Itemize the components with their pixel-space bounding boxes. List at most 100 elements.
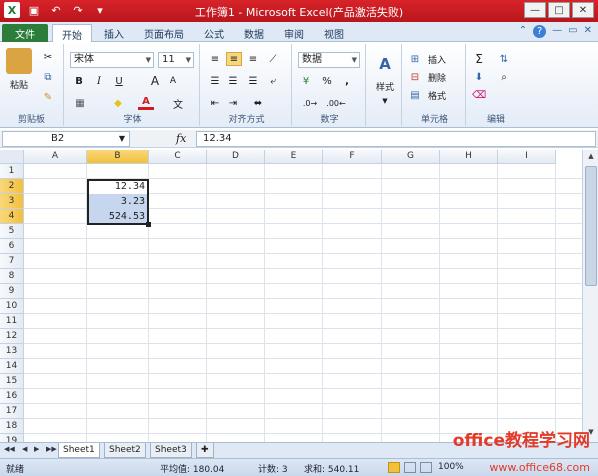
styles-icon[interactable]: A (373, 52, 397, 76)
row-header-16[interactable]: 16 (0, 389, 24, 404)
format-painter-icon[interactable]: ✎ (40, 90, 56, 104)
zoom-level[interactable]: 100% (438, 462, 464, 472)
row-header-18[interactable]: 18 (0, 419, 24, 434)
row-header-3[interactable]: 3 (0, 194, 24, 209)
align-top-icon[interactable]: ≡ (208, 52, 222, 66)
underline-button[interactable]: U (112, 74, 126, 88)
number-format-select[interactable]: 数据 ▼ (298, 52, 360, 68)
border-icon[interactable]: ▦ (72, 96, 88, 110)
increase-indent-icon[interactable]: ⇥ (226, 96, 240, 110)
fill-handle[interactable] (146, 222, 151, 227)
font-size-select[interactable]: 11 ▼ (158, 52, 194, 68)
sheet-tab-3[interactable]: Sheet3 (150, 443, 192, 458)
next-sheet-icon[interactable]: ▶ (34, 445, 39, 453)
tab-data[interactable]: 数据 (236, 24, 272, 42)
tab-view[interactable]: 视图 (316, 24, 352, 42)
row-header-12[interactable]: 12 (0, 329, 24, 344)
sheet-tab-2[interactable]: Sheet2 (104, 443, 146, 458)
row-header-2[interactable]: 2 (0, 179, 24, 194)
insert-sheet-icon[interactable]: ✚ (196, 443, 214, 458)
sort-filter-icon[interactable]: ⇅ (496, 52, 512, 66)
row-header-5[interactable]: 5 (0, 224, 24, 239)
cut-icon[interactable]: ✂ (40, 50, 56, 64)
bold-button[interactable]: B (72, 74, 86, 88)
normal-view-icon[interactable] (388, 462, 400, 473)
insert-cells-icon[interactable]: ⊞ (408, 52, 422, 66)
scroll-up-icon[interactable]: ▲ (585, 152, 597, 164)
column-header-F[interactable]: F (323, 150, 382, 164)
find-select-icon[interactable]: ⌕ (496, 70, 512, 84)
row-header-7[interactable]: 7 (0, 254, 24, 269)
workbook-restore-icon[interactable]: ▭ (568, 25, 577, 38)
page-layout-view-icon[interactable] (404, 462, 416, 473)
clear-icon[interactable]: ⌫ (472, 88, 486, 102)
formula-input[interactable]: 12.34 (196, 131, 596, 147)
styles-button[interactable]: 样式 (368, 80, 402, 93)
column-header-G[interactable]: G (382, 150, 440, 164)
wrap-text-icon[interactable]: ⤶ (266, 74, 280, 88)
font-color-button[interactable]: A (138, 96, 154, 110)
prev-sheet-icon[interactable]: ◀ (22, 445, 27, 453)
vertical-scrollbar[interactable]: ▲ ▼ (582, 150, 598, 442)
fill-icon[interactable]: ⬇ (472, 70, 486, 84)
delete-cells-icon[interactable]: ⊟ (408, 70, 422, 84)
format-cells-button[interactable]: 格式 (422, 88, 452, 102)
worksheet-grid[interactable]: ABCDEFGHI 1 2 3 4 5 6 7 8 9 10 11 12 13 14 15 16 17 18 19 … (0, 150, 582, 442)
align-center-icon[interactable]: ☰ (226, 74, 240, 88)
page-break-view-icon[interactable] (420, 462, 432, 473)
minimize-button[interactable]: — (524, 2, 546, 18)
currency-icon[interactable]: ¥ (298, 74, 314, 88)
align-middle-icon[interactable]: ≡ (226, 52, 242, 66)
first-sheet-icon[interactable]: ◀◀ (4, 445, 15, 453)
merge-center-icon[interactable]: ⬌ (250, 96, 266, 110)
comma-button[interactable]: , (340, 74, 354, 88)
row-header-13[interactable]: 13 (0, 344, 24, 359)
tab-file[interactable]: 文件 (2, 24, 48, 42)
insert-cells-button[interactable]: 插入 (422, 52, 452, 66)
row-header-17[interactable]: 17 (0, 404, 24, 419)
column-header-D[interactable]: D (207, 150, 265, 164)
delete-cells-button[interactable]: 删除 (422, 70, 452, 84)
scrollbar-thumb[interactable] (585, 166, 597, 286)
autosum-button[interactable]: Σ (472, 52, 486, 66)
align-left-icon[interactable]: ☰ (208, 74, 222, 88)
phonetic-button[interactable]: 文 (170, 96, 186, 111)
row-header-19[interactable]: 19 (0, 434, 24, 442)
workbook-minimize-icon[interactable]: — (552, 25, 562, 38)
increase-decimal-icon[interactable]: .0→ (300, 96, 320, 110)
select-all-button[interactable] (0, 150, 24, 164)
percent-button[interactable]: % (320, 74, 334, 88)
tab-insert[interactable]: 插入 (96, 24, 132, 42)
row-header-8[interactable]: 8 (0, 269, 24, 284)
italic-button[interactable]: I (92, 74, 106, 88)
column-header-I[interactable]: I (498, 150, 556, 164)
tab-home[interactable]: 开始 (52, 24, 92, 42)
decrease-decimal-icon[interactable]: .00← (326, 96, 346, 110)
insert-function-button[interactable]: fx (176, 132, 186, 145)
last-sheet-icon[interactable]: ▶▶ (46, 445, 57, 453)
row-header-9[interactable]: 9 (0, 284, 24, 299)
column-header-C[interactable]: C (149, 150, 207, 164)
row-header-15[interactable]: 15 (0, 374, 24, 389)
paste-button[interactable]: 粘贴 (4, 78, 34, 91)
row-header-14[interactable]: 14 (0, 359, 24, 374)
align-right-icon[interactable]: ☰ (246, 74, 260, 88)
decrease-indent-icon[interactable]: ⇤ (208, 96, 222, 110)
copy-icon[interactable]: ⧉ (40, 70, 56, 84)
row-header-1[interactable]: 1 (0, 164, 24, 179)
row-header-10[interactable]: 10 (0, 299, 24, 314)
row-header-11[interactable]: 11 (0, 314, 24, 329)
sheet-tab-1[interactable]: Sheet1 (58, 443, 100, 458)
maximize-button[interactable]: □ (548, 2, 570, 18)
paste-icon[interactable] (6, 48, 32, 74)
column-header-H[interactable]: H (440, 150, 498, 164)
tab-review[interactable]: 审阅 (276, 24, 312, 42)
orientation-icon[interactable]: ⟋ (266, 52, 280, 66)
font-name-select[interactable]: 宋体 ▼ (70, 52, 154, 68)
row-header-4[interactable]: 4 (0, 209, 24, 224)
tab-formulas[interactable]: 公式 (196, 24, 232, 42)
grow-font-button[interactable]: A (148, 74, 162, 88)
column-header-A[interactable]: A (24, 150, 87, 164)
minimize-ribbon-icon[interactable]: ⌃ (519, 25, 527, 38)
shrink-font-button[interactable]: A (166, 74, 180, 88)
